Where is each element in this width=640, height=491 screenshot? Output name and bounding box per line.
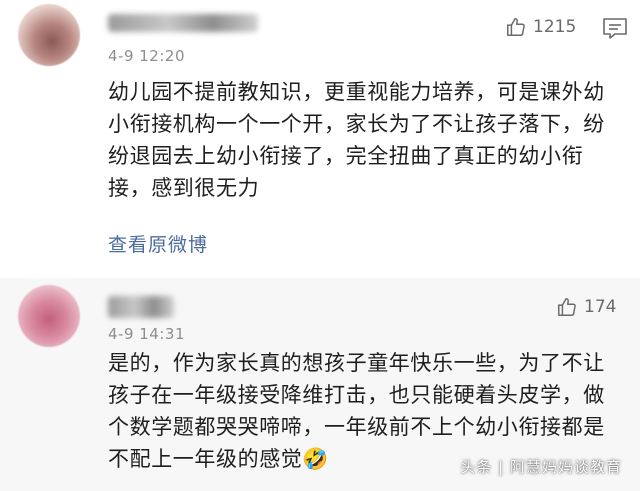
avatar[interactable]	[18, 4, 80, 66]
comment-time: 4-9 14:31	[108, 325, 185, 343]
username-blurred[interactable]	[108, 296, 174, 318]
like-button[interactable]: 174	[556, 296, 616, 318]
source-watermark: 头条 | 阿慧妈妈谈教育	[460, 458, 622, 476]
username-blurred[interactable]	[108, 14, 258, 32]
thumbs-up-icon	[507, 18, 525, 36]
like-count: 174	[584, 297, 617, 317]
comment-text: 幼儿园不提前教知识，更重视能力培养，可是课外幼小衔接机构一个一个开，家长为了不让…	[108, 80, 605, 200]
comment-time: 4-9 12:20	[108, 47, 185, 65]
thumbs-up-icon	[558, 298, 576, 316]
avatar[interactable]	[18, 285, 80, 347]
like-button[interactable]: 1215	[505, 16, 576, 38]
comment-card-1: 4-9 12:20 1215 幼儿园不提前教知识，更重视能力培养，可是课外幼小衔…	[0, 0, 640, 278]
view-original-link[interactable]: 查看原微博	[108, 230, 208, 257]
comment-icon[interactable]	[602, 16, 628, 40]
like-count: 1215	[533, 17, 577, 37]
